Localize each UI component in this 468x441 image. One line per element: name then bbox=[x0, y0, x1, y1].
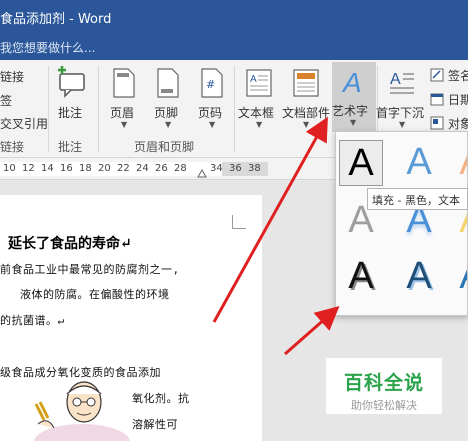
arrow-to-wordart-style bbox=[284, 306, 340, 356]
arrow-to-wordart-button bbox=[212, 116, 328, 323]
annotation-arrows bbox=[212, 116, 340, 356]
